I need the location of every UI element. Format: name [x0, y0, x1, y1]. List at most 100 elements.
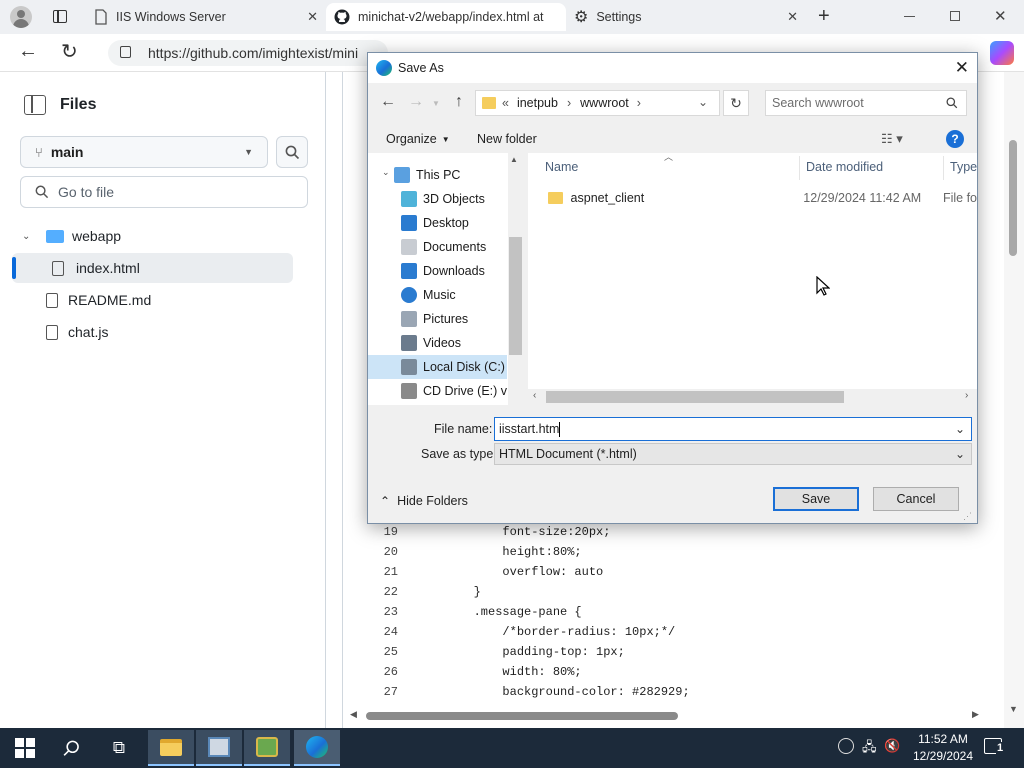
column-divider: [943, 156, 944, 180]
network-globe-icon[interactable]: [838, 738, 854, 754]
expand-arrow-icon[interactable]: ⌄: [382, 167, 390, 178]
task-view-icon[interactable]: ⧉: [96, 730, 142, 766]
save-as-type-select[interactable]: HTML Document (*.html) ⌄: [494, 443, 972, 465]
tree-file-index-html[interactable]: index.html: [12, 253, 293, 283]
search-folder-input[interactable]: Search wwwroot: [765, 90, 967, 116]
view-options-icon[interactable]: ☷ ▾: [881, 131, 903, 147]
file-explorer-taskbar-icon[interactable]: [148, 730, 194, 766]
save-as-dialog: Save As ✕ ← → ▼ ↑ « inetpub › wwwroot › …: [367, 52, 978, 524]
documents-icon: [401, 239, 417, 255]
tree-item-label: webapp: [72, 228, 122, 244]
chevron-down-icon: ▼: [441, 134, 450, 144]
nav-back-icon[interactable]: ←: [380, 93, 396, 111]
scroll-left-icon[interactable]: ◀: [350, 709, 357, 720]
breadcrumb-overflow[interactable]: «: [502, 96, 509, 110]
back-arrow-icon[interactable]: ←: [18, 40, 38, 63]
profile-avatar[interactable]: [10, 6, 32, 28]
collapse-sidebar-icon[interactable]: [24, 95, 46, 115]
server-manager-taskbar-icon[interactable]: [196, 730, 242, 766]
nav-item[interactable]: Pictures: [401, 307, 507, 331]
nav-item[interactable]: Downloads: [401, 259, 507, 283]
code-scrollbar-track[interactable]: ▼: [1004, 72, 1024, 728]
nav-item[interactable]: Videos: [401, 331, 507, 355]
new-folder-button[interactable]: New folder: [477, 132, 537, 146]
minimize-window-icon[interactable]: [904, 16, 915, 17]
address-breadcrumb[interactable]: « inetpub › wwwroot › ⌄: [475, 90, 720, 116]
chevron-down-icon[interactable]: ⌄: [955, 422, 965, 436]
recent-locations-icon[interactable]: ▼: [432, 99, 440, 108]
column-header-date[interactable]: Date modified: [806, 160, 883, 174]
start-button[interactable]: [2, 730, 48, 766]
downloads-icon: [401, 263, 417, 279]
code-horizontal-scrollbar[interactable]: ◀ ▶: [350, 708, 982, 724]
resize-grip-icon[interactable]: ⋰: [963, 511, 972, 522]
scroll-down-icon[interactable]: ▼: [1009, 704, 1018, 714]
breadcrumb-wwwroot[interactable]: wwwroot: [580, 96, 629, 110]
chevron-down-icon: ⌄: [22, 230, 31, 242]
line-number: 24: [383, 625, 398, 639]
code-line: }: [416, 585, 481, 599]
chevron-down-icon[interactable]: ⌄: [698, 95, 708, 109]
iis-manager-taskbar-icon[interactable]: [244, 730, 290, 766]
tree-folder-webapp[interactable]: ⌄ webapp: [12, 221, 293, 251]
column-header-name[interactable]: Name: [545, 160, 578, 174]
help-icon[interactable]: ?: [946, 130, 964, 148]
this-pc-icon: [394, 167, 410, 183]
refresh-icon[interactable]: ↻: [61, 39, 78, 64]
hide-folders-button[interactable]: ⌃ Hide Folders: [380, 494, 468, 508]
new-tab-icon[interactable]: +: [818, 5, 830, 28]
tab-actions-icon[interactable]: [53, 10, 67, 23]
nav-item[interactable]: Local Disk (C:): [401, 355, 507, 379]
go-to-file-input[interactable]: Go to file: [20, 176, 308, 208]
tab-github-index[interactable]: minichat-v2/webapp/index.html at: [326, 3, 566, 31]
close-tab-icon[interactable]: ✕: [301, 9, 318, 25]
file-name-value: iisstart.htm: [499, 422, 560, 436]
clock-time[interactable]: 11:52 AM: [912, 732, 974, 746]
nav-item[interactable]: Music: [401, 283, 507, 307]
save-button[interactable]: Save: [773, 487, 859, 511]
nav-item[interactable]: This PC: [394, 163, 507, 187]
nav-item-label: Music: [423, 288, 456, 302]
url-field[interactable]: https://github.com/imightexist/mini: [108, 40, 388, 66]
refresh-icon[interactable]: ↻: [723, 90, 749, 116]
close-window-icon[interactable]: ✕: [994, 7, 1007, 25]
close-dialog-icon[interactable]: ✕: [955, 58, 969, 78]
code-line: /*border-radius: 10px;*/: [416, 625, 676, 639]
column-header-type[interactable]: Type: [950, 160, 977, 174]
volume-muted-icon[interactable]: 🔇: [884, 738, 900, 754]
nav-item[interactable]: 3D Objects: [401, 187, 507, 211]
gear-icon: ⚙: [574, 9, 589, 26]
clock-date[interactable]: 12/29/2024: [906, 749, 980, 763]
up-folder-icon[interactable]: ↑: [455, 93, 463, 111]
cancel-button[interactable]: Cancel: [873, 487, 959, 511]
nav-pane-scrollbar[interactable]: ▲: [508, 153, 523, 405]
search-files-button[interactable]: [276, 136, 308, 168]
breadcrumb-sep-icon: ›: [636, 96, 641, 110]
tree-file-chat-js[interactable]: chat.js: [12, 317, 293, 347]
copilot-icon[interactable]: [990, 41, 1014, 65]
nav-item[interactable]: Desktop: [401, 211, 507, 235]
nav-item-label: Videos: [423, 336, 461, 350]
nav-forward-icon[interactable]: →: [408, 93, 424, 111]
tab-iis-windows-server[interactable]: IIS Windows Server ✕: [86, 3, 326, 31]
tab-settings[interactable]: ⚙ Settings ✕: [566, 3, 806, 31]
github-icon: [334, 9, 350, 25]
organize-button[interactable]: Organize ▼: [386, 132, 450, 146]
network-icon[interactable]: 🖧: [862, 738, 877, 760]
file-row[interactable]: aspnet_client 12/29/2024 11:42 AM File f…: [544, 187, 977, 209]
tree-file-readme[interactable]: README.md: [12, 285, 293, 315]
selection-indicator: [12, 257, 16, 279]
branch-selector[interactable]: ⑂ main ▼: [20, 136, 268, 168]
scroll-right-icon[interactable]: ▶: [972, 709, 979, 720]
code-line: font-size:20px;: [416, 525, 611, 539]
file-name-input[interactable]: iisstart.htm ⌄: [494, 417, 972, 441]
nav-item[interactable]: Documents: [401, 235, 507, 259]
edge-taskbar-icon[interactable]: [294, 730, 340, 766]
search-taskbar-button[interactable]: [48, 730, 94, 766]
close-tab-icon[interactable]: ✕: [781, 9, 798, 25]
breadcrumb-inetpub[interactable]: inetpub: [517, 96, 558, 110]
tree-item-label: README.md: [68, 292, 152, 308]
nav-item[interactable]: CD Drive (E:) virt: [401, 379, 507, 403]
restore-window-icon[interactable]: [950, 11, 960, 21]
file-pane-hscrollbar[interactable]: ‹ ›: [528, 389, 977, 405]
